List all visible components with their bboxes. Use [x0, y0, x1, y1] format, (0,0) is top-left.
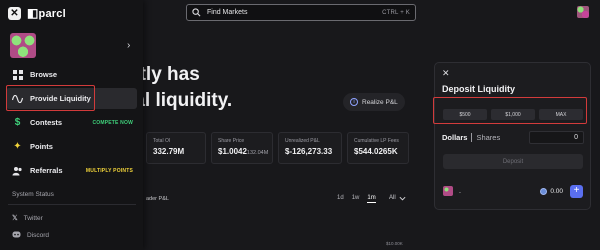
stat-label: Cumulative LP Fees	[354, 138, 399, 144]
amount-row: Dollars Shares 0	[442, 131, 584, 144]
chevron-down-icon	[399, 196, 406, 201]
stat-unrealized-pnl: Unrealized P&L $-126,273.33	[278, 132, 342, 164]
position-avatar	[443, 186, 453, 196]
close-sidebar-icon[interactable]: ✕	[8, 6, 21, 20]
position-label: .	[459, 187, 461, 195]
discord-icon	[12, 231, 21, 240]
close-icon[interactable]: ✕	[442, 68, 450, 79]
stat-share-price: Share Price $1.0042132.04M	[211, 132, 273, 164]
sidebar-item-label: Browse	[30, 70, 58, 79]
mode-dollars-toggle[interactable]: Dollars	[442, 133, 467, 142]
mode-divider	[471, 133, 473, 142]
sparkle-icon: ✦	[13, 141, 22, 152]
stat-value: $1.0042132.04M	[218, 147, 269, 156]
hero-heading: ntly has tal liquidity.	[128, 62, 232, 114]
brand: ✕ ◧parcl	[8, 6, 66, 20]
position-value: 0.00	[550, 187, 563, 195]
stat-label: Total OI	[153, 138, 171, 144]
stats-row: Total OI 332.79M Share Price $1.0042132.…	[146, 132, 409, 164]
range-1d[interactable]: 1d	[337, 195, 344, 203]
search-label: Find Markets	[207, 9, 248, 16]
add-button[interactable]: +	[570, 184, 583, 198]
stat-value: $544.0265K	[354, 147, 398, 156]
users-icon	[12, 165, 23, 176]
deposit-panel: ✕ Deposit Liquidity $500 $1,000 MAX Doll…	[433, 62, 591, 210]
sidebar-item-label: Points	[30, 142, 53, 151]
deposit-title: Deposit Liquidity	[442, 84, 515, 94]
multiply-badge: MULTIPLY POINTS	[85, 167, 133, 174]
mode-shares-toggle[interactable]: Shares	[476, 133, 500, 142]
range-1m[interactable]: 1m	[367, 195, 376, 203]
search-icon	[192, 8, 201, 17]
filter-label: All	[389, 195, 396, 201]
realize-pnl-label: Realize P&L	[362, 98, 398, 106]
chart-title: ader P&L	[146, 196, 169, 202]
chevron-right-icon[interactable]: ›	[127, 40, 130, 51]
twitter-label: Twitter	[23, 214, 43, 222]
sidebar-divider	[8, 204, 136, 205]
sidebar-item-label: Referrals	[30, 166, 63, 175]
series-filter-dropdown[interactable]: All	[389, 195, 406, 202]
deposit-button[interactable]: Deposit	[443, 154, 583, 169]
sidebar-item-label: Contests	[30, 118, 63, 127]
search-input[interactable]: Find Markets CTRL + K	[186, 4, 416, 21]
info-icon: i	[350, 98, 358, 106]
system-status-link[interactable]: System Status	[12, 191, 54, 198]
compete-badge: COMPETE NOW	[92, 119, 133, 126]
coin-icon	[540, 187, 548, 195]
hero-line-1: ntly has	[128, 64, 200, 85]
axis-tick-label: $10.00K	[386, 241, 403, 246]
stat-cumulative-lp-fees: Cumulative LP Fees $544.0265K	[347, 132, 409, 164]
sidebar-item-referrals[interactable]: Referrals MULTIPLY POINTS	[6, 160, 137, 181]
hero-line-2: tal liquidity.	[128, 90, 233, 111]
search-shortcut: CTRL + K	[382, 9, 410, 16]
profile-avatar[interactable]	[10, 33, 36, 58]
stat-total-oi: Total OI 332.79M	[146, 132, 206, 164]
amount-input[interactable]: 0	[529, 131, 584, 144]
grid-icon	[12, 69, 23, 80]
stat-value: $-126,273.33	[285, 147, 333, 156]
position-balance: 0.00 +	[540, 184, 583, 198]
dollar-icon: $	[14, 117, 21, 128]
logo-mark-icon: ◧	[27, 6, 39, 20]
twitter-link[interactable]: 𝕏 Twitter	[12, 214, 43, 223]
range-1w[interactable]: 1w	[352, 195, 360, 203]
discord-link[interactable]: Discord	[12, 231, 49, 240]
discord-label: Discord	[27, 232, 50, 239]
realize-pnl-button[interactable]: i Realize P&L	[343, 93, 405, 111]
stat-value: 332.79M	[153, 147, 185, 156]
sidebar-item-points[interactable]: ✦ Points	[6, 136, 137, 157]
stat-label: Share Price	[218, 138, 245, 144]
position-row: . 0.00 +	[443, 182, 583, 200]
sidebar: ✕ ◧parcl › Browse Provide Liquidity $ Co…	[0, 0, 143, 250]
account-avatar[interactable]	[577, 6, 589, 18]
time-range-selector: 1d 1w 1m	[337, 195, 376, 203]
brand-logo[interactable]: ◧parcl	[27, 6, 66, 20]
sidebar-item-browse[interactable]: Browse	[6, 64, 137, 85]
highlight-box-provide-liquidity	[6, 85, 95, 111]
stat-label: Unrealized P&L	[285, 138, 320, 144]
highlight-box-presets	[433, 97, 587, 124]
x-logo-icon: 𝕏	[12, 215, 18, 222]
sidebar-item-contests[interactable]: $ Contests COMPETE NOW	[6, 112, 137, 133]
